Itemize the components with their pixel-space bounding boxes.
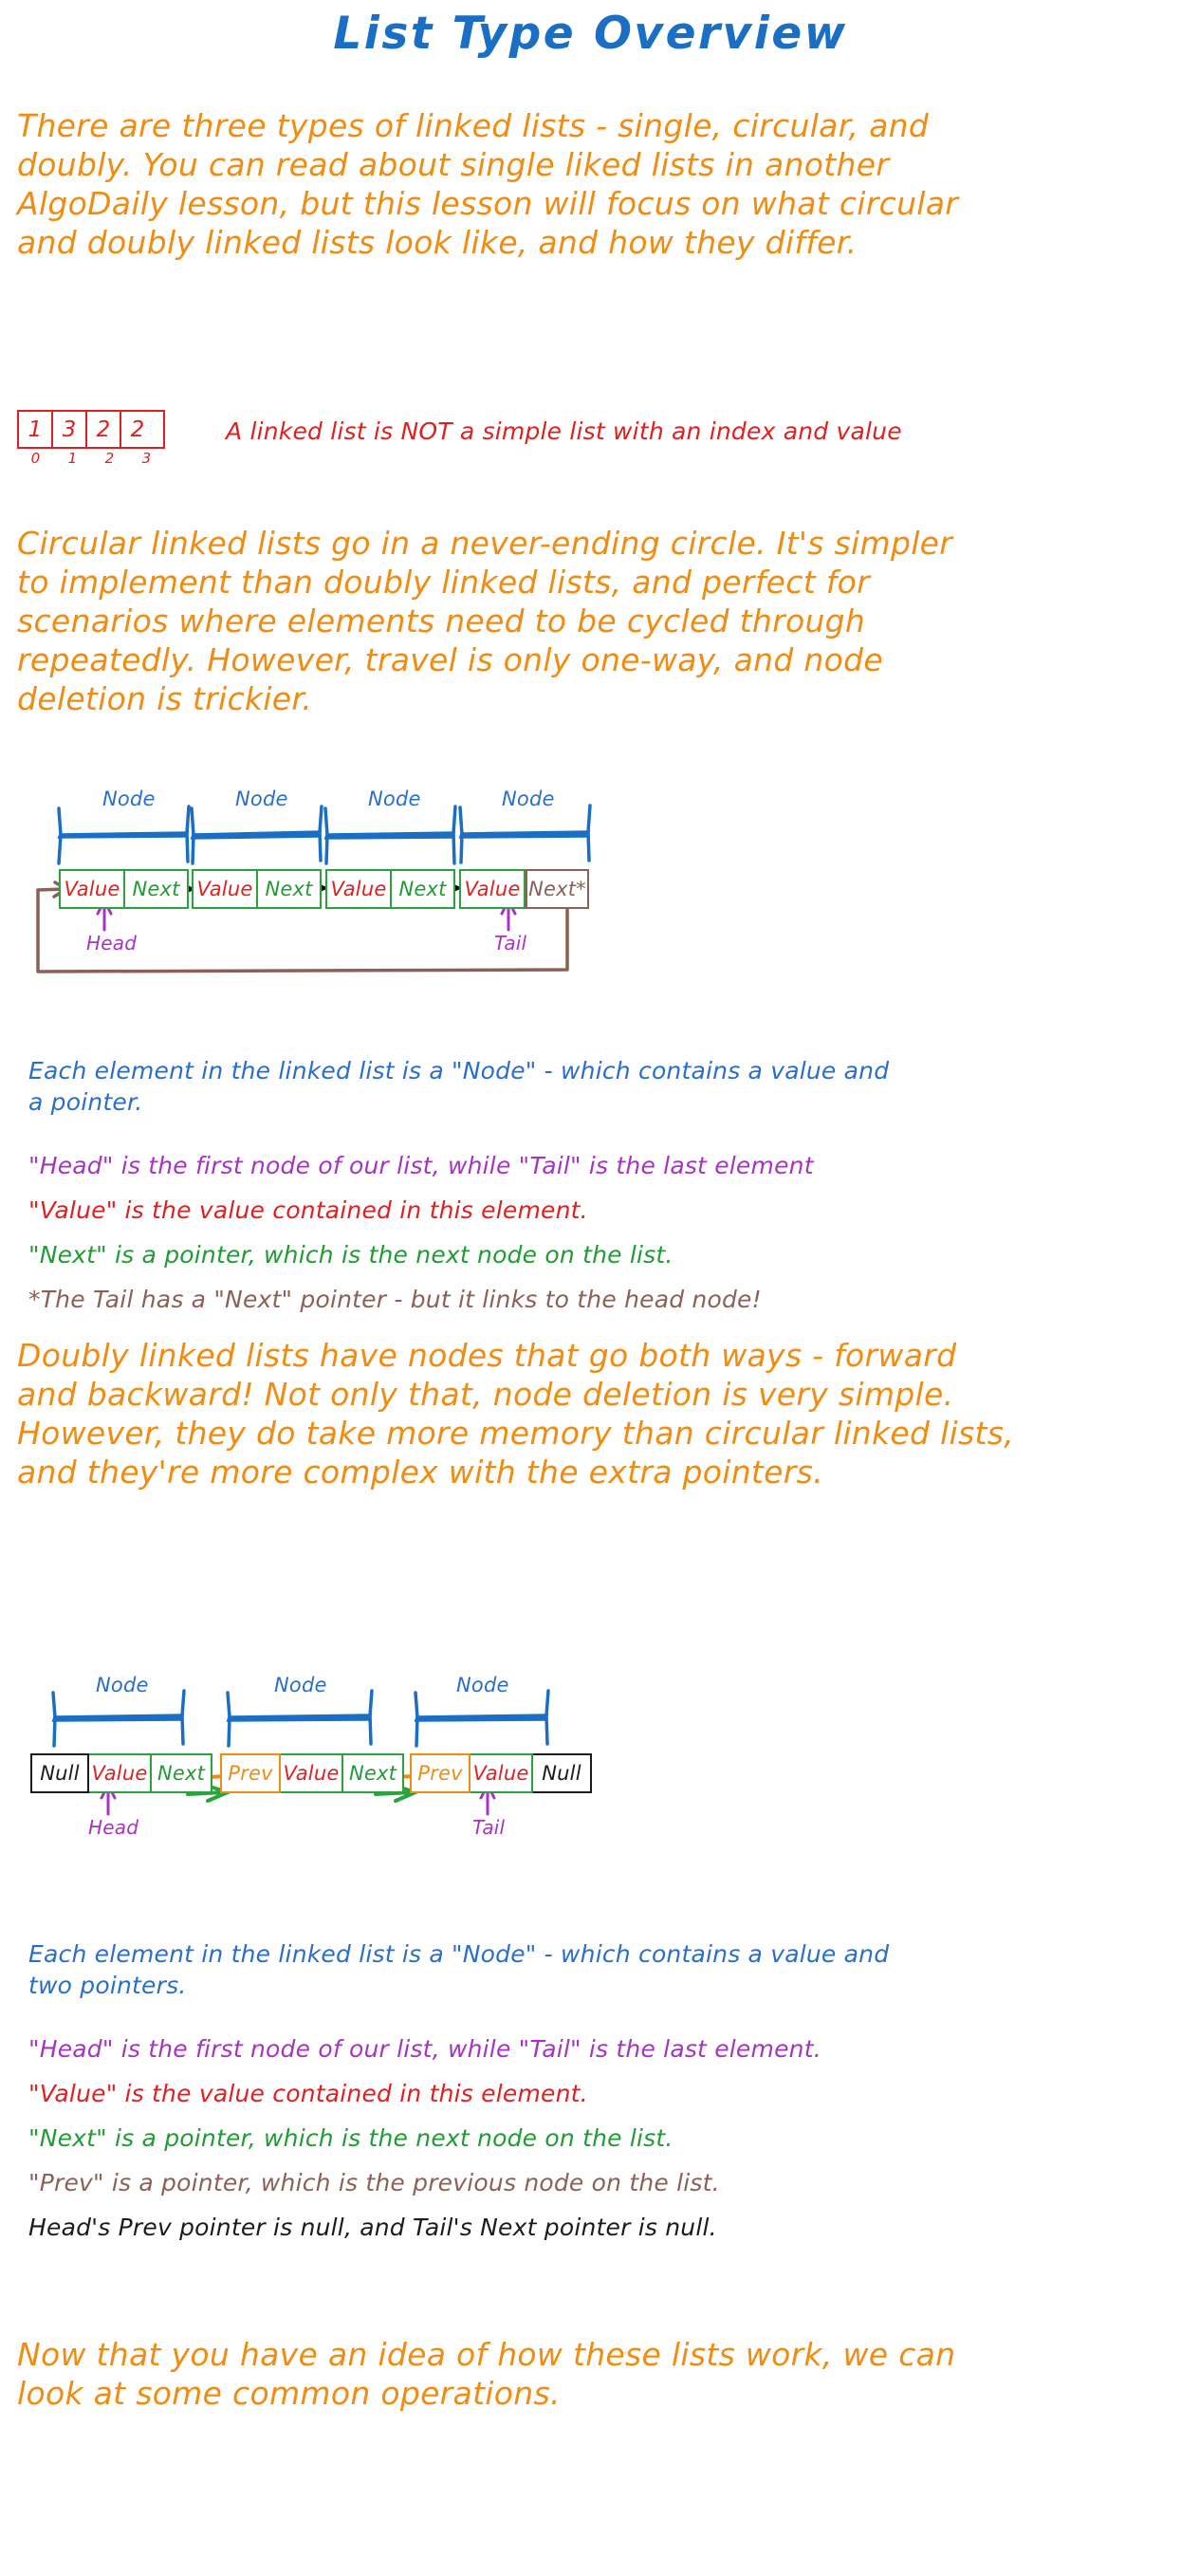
head-pointer-label: Head <box>86 932 138 954</box>
node-value-cell: Value <box>471 1753 533 1793</box>
node-bracket-label: Node <box>502 788 555 810</box>
doubly-line: However, they do take more memory than c… <box>17 1415 1014 1452</box>
node-bracket-label: Node <box>235 788 288 810</box>
array-index: 3 <box>141 450 152 467</box>
array-example-diagram: 1 3 2 2 0 1 2 3 <box>17 410 165 467</box>
intro-line: and doubly linked lists look like, and h… <box>17 224 858 261</box>
array-index-row: 0 1 2 3 <box>17 450 165 467</box>
array-cell: 3 <box>53 412 87 447</box>
note-node-definition-doubly: Each element in the linked list is a "No… <box>28 1938 889 2001</box>
note-line: two pointers. <box>28 1972 187 1999</box>
note-line: "Head" is the first node of our list, wh… <box>28 1152 814 1179</box>
note-head-tail-doubly: "Head" is the first node of our list, wh… <box>28 2033 821 2065</box>
note-line: a pointer. <box>28 1088 143 1116</box>
linked-list-node: Value Next <box>325 869 455 909</box>
node-next-cell: Next <box>125 869 189 909</box>
note-value: "Value" is the value contained in this e… <box>28 1195 588 1226</box>
closing-paragraph: Now that you have an idea of how these l… <box>17 2335 955 2413</box>
doubly-node-head: Null Value Next <box>30 1753 212 1793</box>
note-line: "Value" is the value contained in this e… <box>28 2080 588 2107</box>
node-next-cell: Next <box>258 869 322 909</box>
node-bracket-label: Node <box>274 1674 327 1696</box>
tail-pointer-label: Tail <box>494 932 527 954</box>
node-value-cell: Value <box>89 1753 152 1793</box>
note-line: "Next" is a pointer, which is the next n… <box>28 1241 674 1269</box>
array-index: 1 <box>67 450 78 467</box>
doubly-node-tail: Prev Value Null <box>410 1753 592 1793</box>
node-bracket-label: Node <box>102 788 156 810</box>
array-cell: 2 <box>87 412 121 447</box>
page-title: List Type Overview <box>333 8 848 60</box>
doubly-paragraph: Doubly linked lists have nodes that go b… <box>17 1336 1014 1492</box>
node-next-cell: Next <box>392 869 455 909</box>
head-pointer-label: Head <box>88 1816 139 1839</box>
note-null-pointers: Head's Prev pointer is null, and Tail's … <box>28 2212 717 2243</box>
node-null-cell: Null <box>533 1753 592 1793</box>
node-null-cell: Null <box>30 1753 89 1793</box>
linked-list-node: Value Next <box>192 869 322 909</box>
note-line: "Prev" is a pointer, which is the previo… <box>28 2169 720 2196</box>
array-values-row: 1 3 2 2 <box>17 410 165 449</box>
note-prev-doubly: "Prev" is a pointer, which is the previo… <box>28 2167 720 2198</box>
node-bracket-label: Node <box>96 1674 149 1696</box>
intro-paragraph: There are three types of linked lists - … <box>17 106 958 262</box>
circular-line: Circular linked lists go in a never-endi… <box>17 525 953 562</box>
tail-pointer-label: Tail <box>472 1816 506 1839</box>
linked-list-node-tail: Value Next* <box>459 869 589 909</box>
note-next-doubly: "Next" is a pointer, which is the next n… <box>28 2122 674 2154</box>
node-next-cell: Next <box>343 1753 404 1793</box>
linked-list-node: Value Next <box>59 869 189 909</box>
node-next-pointer-cell: Next* <box>526 869 589 909</box>
note-line: Each element in the linked list is a "No… <box>28 1940 890 1968</box>
doubly-node: Prev Value Next <box>220 1753 404 1793</box>
doubly-line: and backward! Not only that, node deleti… <box>17 1376 954 1413</box>
note-line: Head's Prev pointer is null, and Tail's … <box>28 2214 717 2241</box>
circular-line: scenarios where elements need to be cycl… <box>17 602 866 639</box>
circular-linked-list-diagram: Node Node Node Node Value Next Value Nex… <box>0 759 1181 996</box>
circular-line: deletion is trickier. <box>17 680 313 717</box>
node-prev-cell: Prev <box>220 1753 281 1793</box>
array-index: 2 <box>104 450 115 467</box>
circular-line: to implement than doubly linked lists, a… <box>17 564 871 601</box>
doubly-line: Doubly linked lists have nodes that go b… <box>17 1337 957 1374</box>
note-node-definition: Each element in the linked list is a "No… <box>28 1055 889 1118</box>
note-tail-next: *The Tail has a "Next" pointer - but it … <box>28 1284 762 1315</box>
doubly-linked-list-diagram: Node Node Node Null Value Next Prev Valu… <box>0 1670 1181 1841</box>
circular-line: repeatedly. However, travel is only one-… <box>17 641 883 678</box>
array-index: 0 <box>30 450 41 467</box>
circular-paragraph: Circular linked lists go in a never-endi… <box>17 524 952 718</box>
note-line: Each element in the linked list is a "No… <box>28 1057 890 1084</box>
node-value-cell: Value <box>59 869 125 909</box>
note-line: "Value" is the value contained in this e… <box>28 1196 588 1224</box>
array-example-caption: A linked list is NOT a simple list with … <box>226 417 902 445</box>
array-cell: 2 <box>130 417 145 442</box>
note-value-doubly: "Value" is the value contained in this e… <box>28 2078 588 2109</box>
note-line: "Next" is a pointer, which is the next n… <box>28 2124 674 2152</box>
array-cell: 1 <box>19 412 53 447</box>
intro-line: AlgoDaily lesson, but this lesson will f… <box>17 185 959 222</box>
node-bracket-label: Node <box>368 788 421 810</box>
note-line: *The Tail has a "Next" pointer - but it … <box>28 1286 762 1313</box>
intro-line: There are three types of linked lists - … <box>17 107 930 144</box>
closing-line: look at some common operations. <box>17 2375 561 2412</box>
node-value-cell: Value <box>459 869 526 909</box>
node-bracket-label: Node <box>456 1674 509 1696</box>
note-next: "Next" is a pointer, which is the next n… <box>28 1239 674 1270</box>
note-head-tail: "Head" is the first node of our list, wh… <box>28 1150 814 1181</box>
intro-line: doubly. You can read about single liked … <box>17 146 890 183</box>
note-line: "Head" is the first node of our list, wh… <box>28 2035 821 2063</box>
node-value-cell: Value <box>281 1753 343 1793</box>
node-value-cell: Value <box>325 869 392 909</box>
closing-line: Now that you have an idea of how these l… <box>17 2336 956 2373</box>
node-value-cell: Value <box>192 869 258 909</box>
doubly-line: and they're more complex with the extra … <box>17 1454 823 1491</box>
node-prev-cell: Prev <box>410 1753 471 1793</box>
node-next-cell: Next <box>152 1753 212 1793</box>
